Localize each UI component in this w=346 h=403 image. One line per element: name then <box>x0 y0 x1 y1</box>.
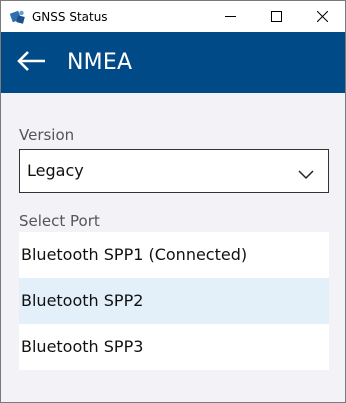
minimize-button[interactable] <box>207 1 253 32</box>
port-item-label: Bluetooth SPP2 <box>21 291 144 310</box>
minimize-icon <box>224 11 236 22</box>
version-dropdown[interactable]: Legacy <box>19 149 329 193</box>
gnss-app-icon <box>9 9 26 25</box>
window-title: GNSS Status <box>32 10 108 24</box>
version-label: Version <box>19 126 75 144</box>
app-window: GNSS Status NMEA Version Legacy Select P… <box>0 0 346 403</box>
port-item-spp3[interactable]: Bluetooth SPP3 <box>19 324 329 370</box>
maximize-icon <box>270 11 282 22</box>
close-icon <box>316 11 328 22</box>
maximize-button[interactable] <box>253 1 299 32</box>
back-button[interactable] <box>15 50 47 76</box>
title-bar[interactable]: GNSS Status <box>1 1 345 32</box>
port-item-spp1[interactable]: Bluetooth SPP1 (Connected) <box>19 232 329 278</box>
close-button[interactable] <box>299 1 345 32</box>
port-item-label: Bluetooth SPP3 <box>21 337 144 356</box>
port-item-label: Bluetooth SPP1 (Connected) <box>21 245 248 264</box>
page-header: NMEA <box>1 32 345 93</box>
chevron-down-icon <box>298 165 314 180</box>
select-port-label: Select Port <box>19 212 100 230</box>
version-selected-value: Legacy <box>27 161 84 180</box>
port-item-spp2[interactable]: Bluetooth SPP2 <box>19 278 329 324</box>
port-list: Bluetooth SPP1 (Connected) Bluetooth SPP… <box>19 232 329 370</box>
page-title: NMEA <box>67 50 133 75</box>
back-arrow-icon <box>16 50 46 76</box>
